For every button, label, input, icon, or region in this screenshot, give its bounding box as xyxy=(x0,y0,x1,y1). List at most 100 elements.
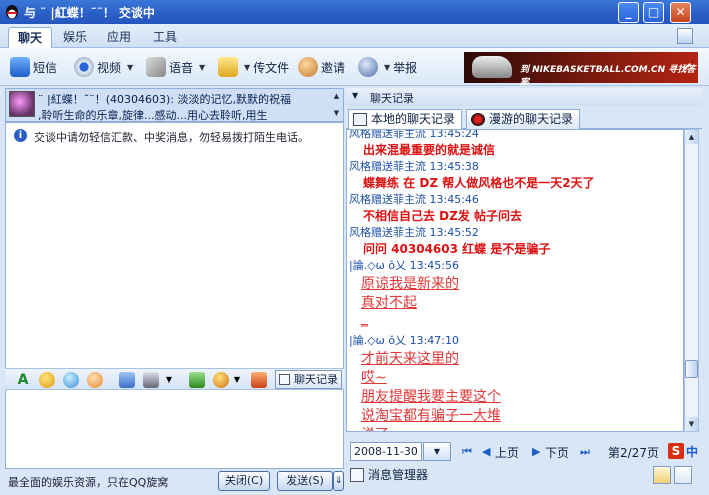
screenshot-dropdown-icon[interactable]: ▼ xyxy=(161,372,177,388)
add-user-icon xyxy=(298,57,318,77)
history-nav-bar: 2008-11-30 ▼ ⏮ ◀ 上页 ▶ 下页 ⏭ 第2/27页 S 中 xyxy=(346,440,702,462)
history-scrollbar[interactable]: ▲ ▼ xyxy=(684,129,699,432)
send-options-icon[interactable]: ⇓ xyxy=(333,471,344,491)
history-message-line: 才前天来这里的 xyxy=(361,351,459,367)
music-icon[interactable] xyxy=(189,372,205,388)
history-message-line: 不相信自己去 DZ发 帖子问去 xyxy=(363,209,523,223)
message-manager-icon xyxy=(350,468,364,482)
skin-icon[interactable] xyxy=(677,28,693,44)
voice-button[interactable]: 语音 ▼ xyxy=(146,55,205,79)
font-icon[interactable]: A xyxy=(15,372,31,388)
prev-page-icon[interactable]: ◀ xyxy=(482,445,490,458)
magic-face-icon[interactable] xyxy=(63,372,79,388)
chat-history-button[interactable]: 聊天记录 xyxy=(275,370,342,389)
signature-scroll-up-icon[interactable]: ▲ xyxy=(332,92,341,101)
nike-ad-banner[interactable]: 到 NIKEBASKETBALL.COM.CN 寻找答案 ✔ xyxy=(464,52,698,88)
next-page-link[interactable]: 下页 xyxy=(545,444,569,461)
history-sender-line: 风格赠送菲主流 13:45:52 xyxy=(349,226,479,239)
history-message-line: 说淘宝都有骗子一大堆 xyxy=(361,408,501,424)
tab-apps[interactable]: 应用 xyxy=(98,27,140,48)
invite-button[interactable]: 邀请 xyxy=(298,55,345,79)
page-indicator: 第2/27页 xyxy=(608,446,659,460)
last-page-icon[interactable]: ⏭ xyxy=(580,445,590,459)
sneaker-icon xyxy=(472,56,512,78)
history-tabs: 本地的聊天记录 漫游的聊天记录 xyxy=(346,107,702,129)
tab-roaming-history[interactable]: 漫游的聊天记录 xyxy=(466,109,581,129)
sogou-input-icon[interactable]: S xyxy=(668,443,684,459)
layout-toggle-icon[interactable] xyxy=(653,466,671,484)
contact-signature: ,聆听生命的乐章,旋律...感动...用心去聆听,用生 xyxy=(38,109,268,122)
chat-panel: ¨ |紅蝶！˜¨！(40304603): 淡淡的记忆,默默的祝福 ,聆听生命的乐… xyxy=(5,88,344,491)
history-message-line: 蝶舞练 在 DZ 帮人做风格也不是一天2天了 xyxy=(363,176,595,190)
contact-info-bar: ¨ |紅蝶！˜¨！(40304603): 淡淡的记忆,默默的祝福 ,聆听生命的乐… xyxy=(5,88,344,122)
history-sender-line: 风格赠送菲主流 13:45:46 xyxy=(349,193,479,206)
maximize-button[interactable]: □ xyxy=(643,2,664,23)
minimize-button[interactable]: _ xyxy=(618,2,639,23)
sms-button[interactable]: 短信 xyxy=(10,55,57,79)
history-message-line: 出来混最重要的就是诚信 xyxy=(363,143,496,157)
signature-scroll-down-icon[interactable]: ▼ xyxy=(332,109,341,118)
report-button[interactable]: ▼ 举报 xyxy=(358,55,417,79)
face-dropdown-icon[interactable]: ▼ xyxy=(229,372,245,388)
first-page-icon[interactable]: ⏮ xyxy=(462,445,472,459)
date-field[interactable]: 2008-11-30 xyxy=(350,442,422,461)
banner-text: 到 NIKEBASKETBALL.COM.CN 寻找答案 xyxy=(520,65,696,88)
scroll-thumb[interactable] xyxy=(685,360,698,378)
input-language-indicator[interactable]: 中 xyxy=(686,443,698,460)
microphone-icon xyxy=(146,57,166,77)
history-message-line: 说了 xyxy=(361,424,389,431)
tab-local-history[interactable]: 本地的聊天记录 xyxy=(348,109,463,129)
collapse-icon[interactable]: ▼ xyxy=(352,91,358,100)
local-history-icon xyxy=(353,113,367,126)
history-message-line: 朋友提醒我要主要这个 xyxy=(361,389,501,405)
sms-label: 短信 xyxy=(33,60,58,75)
history-message-line: _ xyxy=(361,311,368,327)
voice-dropdown-icon[interactable]: ▼ xyxy=(199,63,205,72)
shake-icon[interactable] xyxy=(87,372,103,388)
history-sender-line: 风格赠送菲主流 13:45:24 xyxy=(349,129,479,140)
calendar-dropdown-icon[interactable]: ▼ xyxy=(423,442,451,461)
next-page-icon[interactable]: ▶ xyxy=(532,445,540,458)
avatar[interactable] xyxy=(9,91,35,117)
tab-roaming-label: 漫游的聊天记录 xyxy=(489,112,574,126)
scissors-icon[interactable] xyxy=(143,372,159,388)
ad-text[interactable]: 最全面的娱乐资源，只在QQ旋窝 xyxy=(8,474,168,490)
screenshot-icon[interactable] xyxy=(119,372,135,388)
report-dropdown-icon[interactable]: ▼ xyxy=(384,63,390,72)
send-button[interactable]: 发送(S) xyxy=(277,471,333,491)
qq-penguin-icon xyxy=(6,5,18,19)
camera-icon xyxy=(74,57,94,77)
security-warning: 交谈中请勿轻信汇款、中奖消息，勿轻易拨打陌生电话。 xyxy=(34,131,309,144)
send-file-button[interactable]: ▼ 传文件 xyxy=(218,55,289,79)
folder-icon xyxy=(218,57,238,77)
history-message-line: 问问 40304603 红蝶 是不是骗子 xyxy=(363,242,551,256)
message-input[interactable] xyxy=(5,390,344,469)
video-label: 视频 xyxy=(97,60,122,75)
history-message-line: 原谅我是新来的 xyxy=(361,276,459,292)
close-window-button[interactable]: ✕ xyxy=(670,2,691,23)
scroll-up-icon[interactable]: ▲ xyxy=(685,130,698,144)
message-manager-button[interactable]: 消息管理器 xyxy=(350,466,428,484)
video-dropdown-icon[interactable]: ▼ xyxy=(127,63,133,72)
history-log[interactable]: 风格赠送菲主流 13:45:24 出来混最重要的就是诚信风格赠送菲主流 13:45… xyxy=(346,129,684,432)
gift-icon[interactable] xyxy=(251,372,267,388)
contact-name[interactable]: ¨ |紅蝶！˜¨！(40304603): 淡淡的记忆,默默的祝福 xyxy=(38,91,291,107)
history-sender-line: 风格赠送菲主流 13:45:38 xyxy=(349,160,479,173)
video-button[interactable]: 视频 ▼ xyxy=(74,55,133,79)
gift-face-icon[interactable] xyxy=(213,372,229,388)
prev-page-link[interactable]: 上页 xyxy=(495,444,519,461)
emoticon-icon[interactable] xyxy=(39,372,55,388)
history-header[interactable]: ▼ 聊天记录 xyxy=(346,88,702,106)
history-panel: ▼ 聊天记录 本地的聊天记录 漫游的聊天记录 风格赠送菲主流 13:45:24 出… xyxy=(346,88,702,486)
tab-chat[interactable]: 聊天 xyxy=(8,27,53,48)
history-message-line: 哎~ xyxy=(361,370,387,386)
file-dropdown-icon[interactable]: ▼ xyxy=(244,63,250,72)
tab-entertainment[interactable]: 娱乐 xyxy=(54,27,96,48)
scroll-down-icon[interactable]: ▼ xyxy=(685,417,698,431)
close-button[interactable]: 关闭(C) xyxy=(218,471,270,491)
title-bar: 与 ¨ |紅蝶！˜¨！ 交谈中 _ □ ✕ xyxy=(0,0,709,24)
layout-split-icon[interactable] xyxy=(674,466,692,484)
tab-tools[interactable]: 工具 xyxy=(144,27,186,48)
send-file-label: 传文件 xyxy=(253,60,290,75)
sms-icon xyxy=(10,57,30,77)
